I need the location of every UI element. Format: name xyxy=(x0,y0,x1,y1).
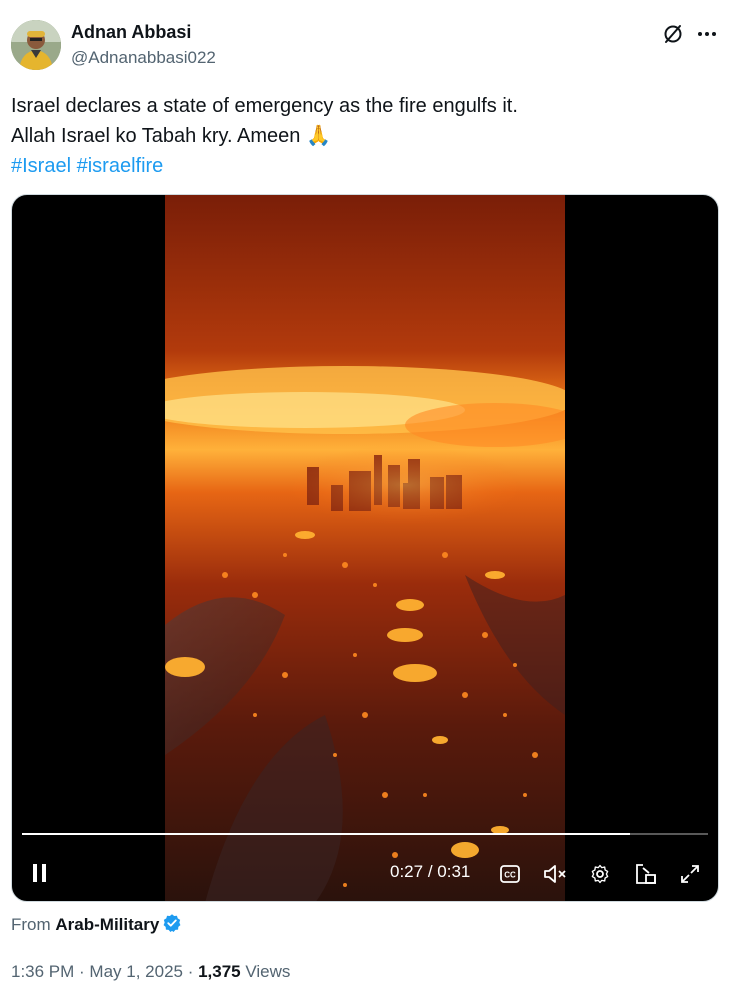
video-progress-bar[interactable] xyxy=(22,833,708,835)
tweet: Adnan Abbasi @Adnanabbasi022 Israel decl… xyxy=(0,0,737,994)
video-duration: 0:31 xyxy=(437,862,471,881)
tweet-text: Israel declares a state of emergency as … xyxy=(11,91,721,181)
pip-icon[interactable] xyxy=(634,862,658,886)
mute-icon[interactable] xyxy=(542,862,568,886)
tweet-hashtags: #Israel #israelfire xyxy=(11,151,721,181)
video-time-separator: / xyxy=(423,862,438,881)
captions-icon[interactable]: CC xyxy=(498,862,522,886)
video-still xyxy=(165,195,565,901)
video-current-time: 0:27 xyxy=(390,862,424,881)
hashtag-israel[interactable]: #Israel xyxy=(11,155,71,177)
avatar-image xyxy=(11,20,61,70)
tweet-time[interactable]: 1:36 PM xyxy=(11,962,74,981)
source-attribution: From Arab-Military xyxy=(11,913,182,935)
grok-icon[interactable] xyxy=(661,22,685,46)
tweet-line-2: Allah Israel ko Tabah kry. Ameen 🙏 xyxy=(11,125,331,147)
avatar[interactable] xyxy=(11,20,61,70)
fullscreen-icon[interactable] xyxy=(678,862,702,886)
tweet-date[interactable]: May 1, 2025 xyxy=(89,962,183,981)
source-account[interactable]: Arab-Military xyxy=(55,915,159,934)
views-label: Views xyxy=(240,962,291,981)
author-name[interactable]: Adnan Abbasi xyxy=(71,22,191,43)
source-prefix: From xyxy=(11,915,56,934)
tweet-meta: 1:36 PM · May 1, 2025 · 1,375 Views xyxy=(11,962,290,982)
more-icon[interactable] xyxy=(695,22,719,46)
verified-badge-icon xyxy=(162,913,182,933)
video-progress-fill xyxy=(22,833,630,835)
video-frame[interactable] xyxy=(165,195,565,901)
svg-text:CC: CC xyxy=(504,871,516,880)
hashtag-israelfire[interactable]: #israelfire xyxy=(77,155,164,177)
tweet-line-1: Israel declares a state of emergency as … xyxy=(11,95,518,117)
author-handle[interactable]: @Adnanabbasi022 xyxy=(71,48,216,68)
meta-separator: · xyxy=(182,962,199,981)
video-player[interactable]: 0:27 / 0:31 CC xyxy=(11,194,719,902)
pause-icon[interactable] xyxy=(28,861,52,885)
views-count: 1,375 xyxy=(198,962,241,981)
video-time-readout: 0:27 / 0:31 xyxy=(390,862,470,882)
settings-icon[interactable] xyxy=(588,862,612,886)
meta-separator: · xyxy=(74,962,90,981)
